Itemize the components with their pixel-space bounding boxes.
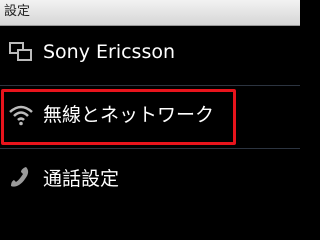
settings-item-label: 通話設定 (43, 168, 120, 190)
settings-item-label: Sony Ericsson (43, 41, 176, 63)
settings-item-sony-ericsson[interactable]: Sony Ericsson (0, 26, 300, 84)
settings-item-call-settings[interactable]: 通話設定 (0, 149, 300, 207)
screen-title: 設定 (4, 4, 31, 19)
windows-icon (8, 39, 34, 65)
phone-handset-icon (8, 164, 34, 190)
title-bar: 設定 (0, 0, 300, 26)
highlight-box (1, 89, 236, 145)
